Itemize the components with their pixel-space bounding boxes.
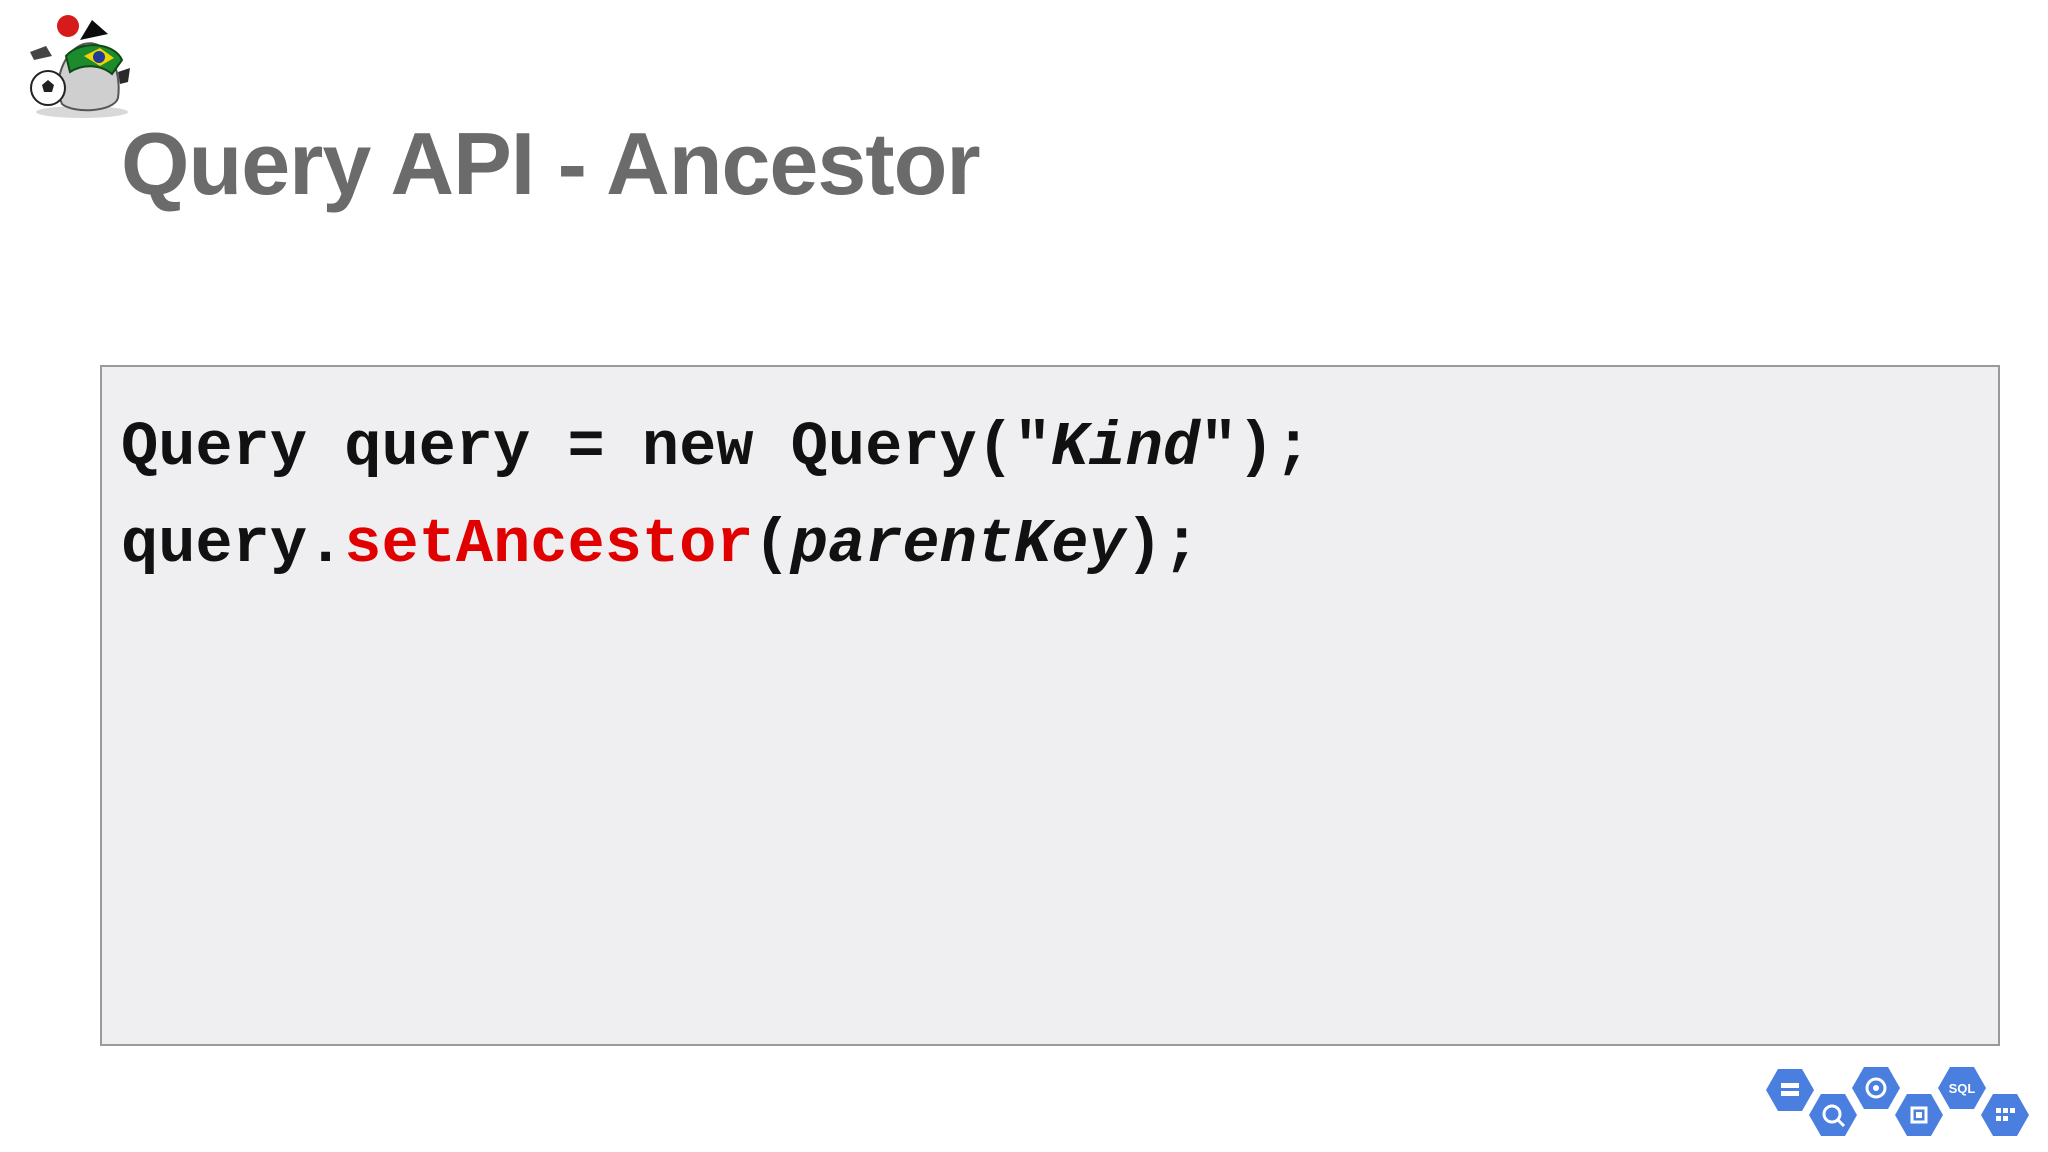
code-paren-close: ); xyxy=(1125,509,1201,580)
code-argument: parentKey xyxy=(790,509,1126,580)
duke-mascot-icon xyxy=(30,15,130,118)
compute-engine-icon xyxy=(1895,1094,1943,1136)
code-declaration: Query query = new Query(" xyxy=(121,412,1052,483)
code-paren-open: ( xyxy=(753,509,791,580)
bigquery-icon xyxy=(1809,1094,1857,1136)
app-engine-icon xyxy=(1852,1067,1900,1109)
code-block: Query query = new Query("Kind"); query.s… xyxy=(100,365,2000,1046)
code-statement-end: "); xyxy=(1199,412,1312,483)
code-line-2: query.setAncestor(parentKey); xyxy=(121,507,1200,583)
code-object: query. xyxy=(121,509,345,580)
code-line-1: Query query = new Query("Kind"); xyxy=(121,410,1312,486)
code-method-name: setAncestor xyxy=(344,509,754,580)
storage-icon xyxy=(1766,1069,1814,1111)
cloud-sql-icon: SQL xyxy=(1938,1067,1986,1109)
sql-label: SQL xyxy=(1949,1081,1976,1096)
cloud-product-icons: SQL xyxy=(1766,1067,2029,1136)
code-kind-literal: Kind xyxy=(1051,412,1200,483)
datastore-icon xyxy=(1981,1094,2029,1136)
slide-title: Query API - Ancestor xyxy=(121,114,981,213)
